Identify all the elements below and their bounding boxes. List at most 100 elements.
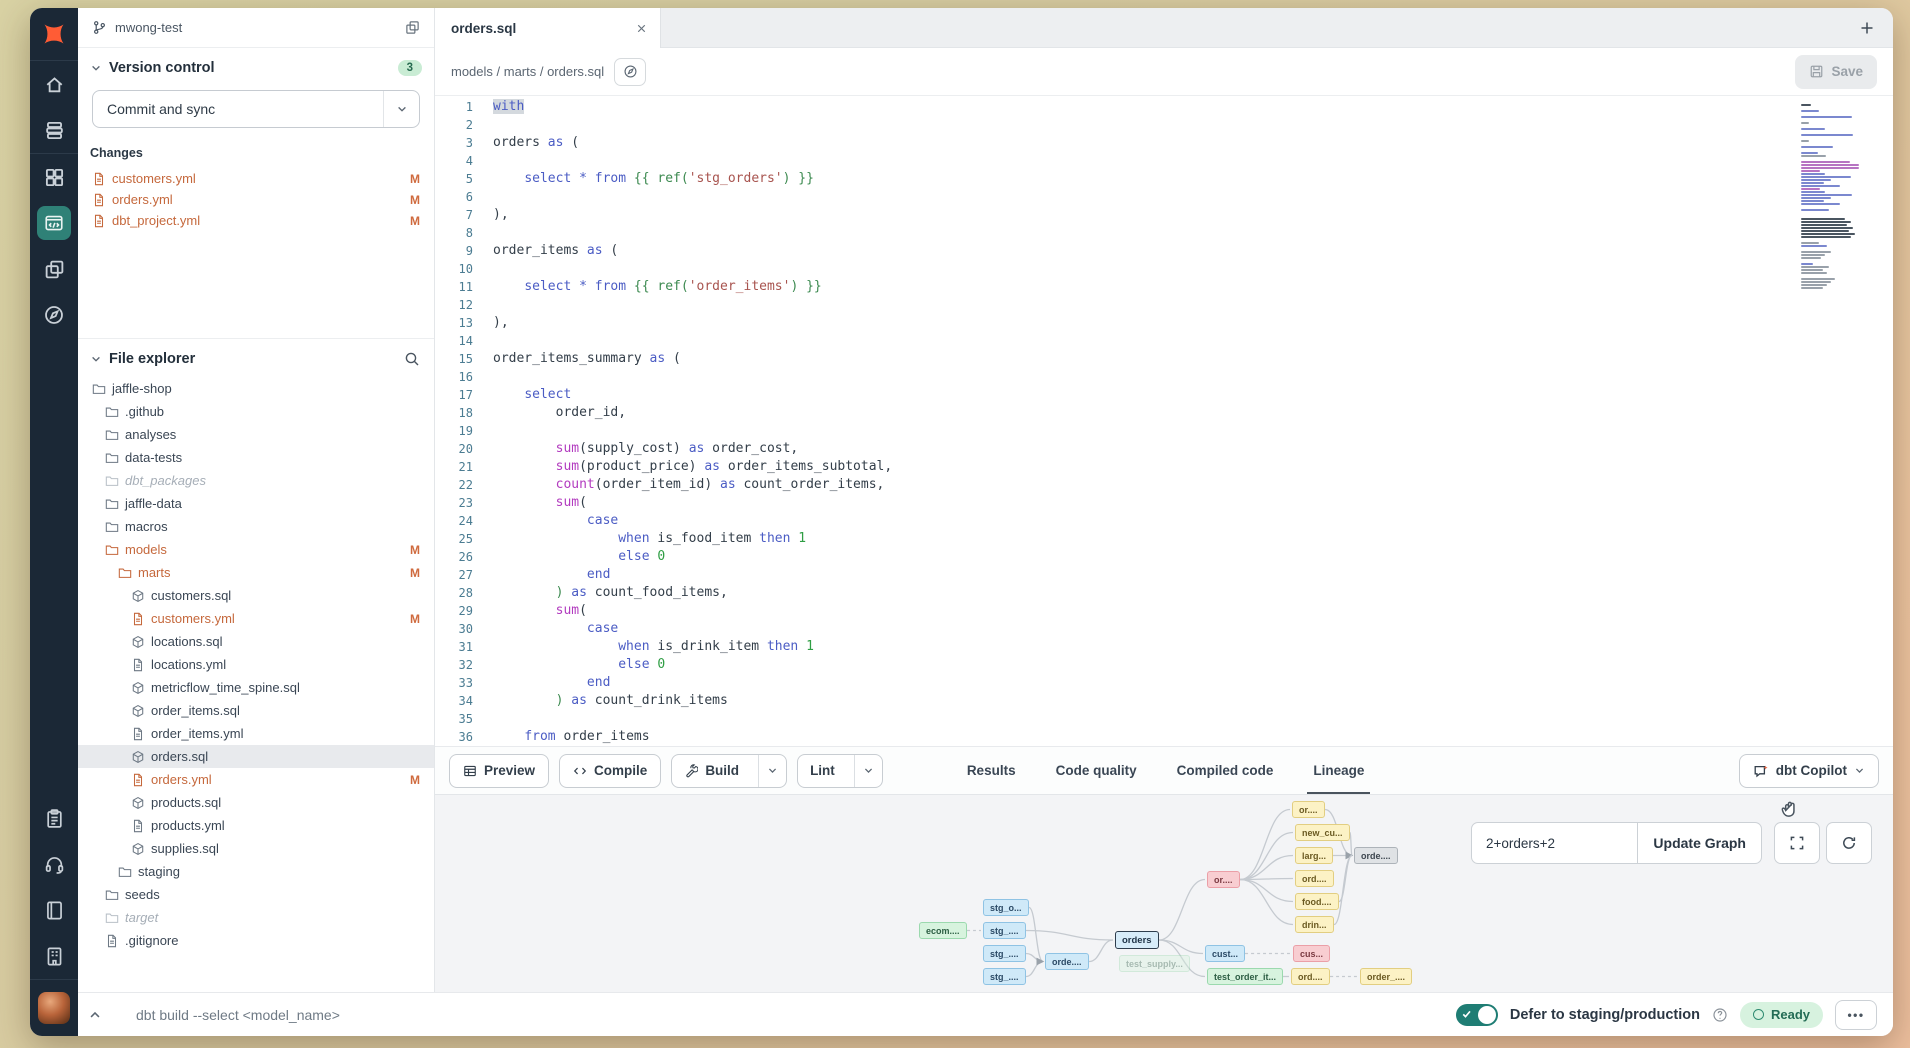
- defer-toggle[interactable]: [1456, 1004, 1498, 1026]
- tree-item-products-sql[interactable]: products.sql: [78, 791, 434, 814]
- lineage-node-yord2[interactable]: ord....: [1291, 968, 1330, 985]
- tree-item-jaffle-shop[interactable]: jaffle-shop: [78, 377, 434, 400]
- apps-grid-icon[interactable]: [30, 154, 78, 200]
- lineage-node-stg1[interactable]: stg_o...: [983, 899, 1029, 916]
- lineage-node-yord[interactable]: ord....: [1295, 870, 1334, 887]
- develop-ide-icon[interactable]: [30, 200, 78, 246]
- lineage-node-ydrin[interactable]: drin...: [1295, 916, 1334, 933]
- tree-item-supplies-sql[interactable]: supplies.sql: [78, 837, 434, 860]
- open-in-lineage-icon[interactable]: [614, 58, 646, 86]
- orchestration-compass-icon[interactable]: [30, 292, 78, 338]
- tree-item-products-yml[interactable]: products.yml: [78, 814, 434, 837]
- lint-dropdown-chevron-icon[interactable]: [854, 755, 882, 787]
- tree-item-marts[interactable]: marts M: [78, 561, 434, 584]
- tab-compiled-code[interactable]: Compiled code: [1157, 747, 1294, 795]
- tree-item--github[interactable]: .github: [78, 400, 434, 423]
- lineage-node-cust[interactable]: cust...: [1205, 945, 1245, 962]
- tree-item-seeds[interactable]: seeds: [78, 883, 434, 906]
- commit-dropdown-chevron-icon[interactable]: [383, 91, 419, 127]
- more-options-button[interactable]: •••: [1835, 1000, 1877, 1030]
- lineage-selector-input[interactable]: 2+orders+2: [1472, 823, 1637, 863]
- code-editor[interactable]: 1with23orders as (45 select * from {{ re…: [435, 96, 1893, 746]
- tab-code-quality[interactable]: Code quality: [1036, 747, 1157, 795]
- tree-item-orders-sql[interactable]: orders.sql: [78, 745, 434, 768]
- git-branch-header[interactable]: mwong-test: [78, 8, 434, 48]
- tab-lineage[interactable]: Lineage: [1293, 747, 1384, 795]
- tree-item--gitignore[interactable]: .gitignore: [78, 929, 434, 952]
- search-icon[interactable]: [404, 351, 420, 367]
- lineage-node-gorde[interactable]: orde....: [1354, 847, 1398, 864]
- tree-item-customers-sql[interactable]: customers.sql: [78, 584, 434, 607]
- lineage-node-stg3[interactable]: stg_....: [983, 945, 1026, 962]
- commit-and-sync-button[interactable]: Commit and sync: [92, 90, 420, 128]
- lineage-node-ecom[interactable]: ecom....: [919, 922, 967, 939]
- support-headset-icon[interactable]: [30, 841, 78, 887]
- tree-item-data-tests[interactable]: data-tests: [78, 446, 434, 469]
- tree-item-locations-sql[interactable]: locations.sql: [78, 630, 434, 653]
- lint-button[interactable]: Lint: [798, 755, 847, 787]
- copy-branch-icon[interactable]: [405, 20, 420, 35]
- tree-item-models[interactable]: models M: [78, 538, 434, 561]
- lineage-node-orders[interactable]: orders: [1115, 931, 1159, 949]
- compile-button[interactable]: Compile: [559, 754, 661, 788]
- user-avatar[interactable]: [30, 980, 78, 1036]
- command-input[interactable]: dbt build --select <model_name>: [136, 1007, 340, 1023]
- lineage-node-orpink[interactable]: or....: [1207, 871, 1240, 888]
- tree-item-staging[interactable]: staging: [78, 860, 434, 883]
- lineage-node-testord[interactable]: test_order_it...: [1207, 968, 1283, 985]
- change-item[interactable]: orders.yml M: [90, 189, 422, 210]
- preview-button[interactable]: Preview: [449, 754, 549, 788]
- help-question-icon[interactable]: [1712, 1007, 1728, 1023]
- tree-item-locations-yml[interactable]: locations.yml: [78, 653, 434, 676]
- change-item[interactable]: dbt_project.yml M: [90, 210, 422, 231]
- dbt-logo-icon[interactable]: [30, 8, 78, 60]
- lineage-node-yorder[interactable]: order_....: [1360, 968, 1412, 985]
- tree-item-dbt-packages[interactable]: dbt_packages: [78, 469, 434, 492]
- lineage-node-ynew[interactable]: new_cu...: [1295, 824, 1350, 841]
- tree-item-customers-yml[interactable]: customers.yml M: [78, 607, 434, 630]
- build-dropdown-chevron-icon[interactable]: [758, 755, 786, 787]
- lineage-node-orde[interactable]: orde....: [1045, 953, 1089, 970]
- code-line: 33 end: [435, 674, 1893, 692]
- chevron-down-icon[interactable]: [90, 353, 102, 365]
- minimap[interactable]: [1801, 104, 1867, 290]
- fullscreen-button[interactable]: [1774, 822, 1820, 864]
- dbt-copilot-button[interactable]: dbt Copilot: [1739, 754, 1879, 788]
- tree-item-analyses[interactable]: analyses: [78, 423, 434, 446]
- new-tab-plus-icon[interactable]: [1859, 20, 1875, 36]
- lineage-node-yor[interactable]: or....: [1292, 801, 1325, 818]
- tree-item-order-items-yml[interactable]: order_items.yml: [78, 722, 434, 745]
- status-badge[interactable]: Ready: [1740, 1002, 1823, 1028]
- folder-icon: [118, 566, 132, 580]
- home-icon[interactable]: [30, 61, 78, 107]
- organization-icon[interactable]: [30, 933, 78, 979]
- tab-orders-sql[interactable]: orders.sql: [435, 8, 661, 48]
- environments-icon[interactable]: [30, 107, 78, 153]
- tree-item-jaffle-data[interactable]: jaffle-data: [78, 492, 434, 515]
- tab-results[interactable]: Results: [947, 747, 1036, 795]
- doc-icon: [131, 612, 145, 626]
- lineage-node-yfood[interactable]: food....: [1295, 893, 1339, 910]
- tree-item-target[interactable]: target: [78, 906, 434, 929]
- build-label: Build: [705, 763, 739, 778]
- chevron-down-icon[interactable]: [90, 62, 102, 74]
- build-button[interactable]: Build: [672, 755, 751, 787]
- lineage-node-testsup[interactable]: test_supply...: [1119, 955, 1190, 972]
- clipboard-icon[interactable]: [30, 795, 78, 841]
- refresh-button[interactable]: [1826, 822, 1872, 864]
- close-tab-icon[interactable]: [635, 22, 648, 35]
- lineage-node-pcus[interactable]: cus...: [1293, 945, 1330, 962]
- save-button[interactable]: Save: [1795, 55, 1877, 89]
- lineage-node-ylarg[interactable]: larg...: [1295, 847, 1333, 864]
- lineage-node-stg4[interactable]: stg_....: [983, 968, 1026, 985]
- update-graph-button[interactable]: Update Graph: [1637, 823, 1761, 863]
- tree-item-order-items-sql[interactable]: order_items.sql: [78, 699, 434, 722]
- tree-item-macros[interactable]: macros: [78, 515, 434, 538]
- tree-item-metricflow-time-spine-sql[interactable]: metricflow_time_spine.sql: [78, 676, 434, 699]
- projects-icon[interactable]: [30, 246, 78, 292]
- docs-book-icon[interactable]: [30, 887, 78, 933]
- lineage-node-stg2[interactable]: stg_....: [983, 922, 1026, 939]
- change-item[interactable]: customers.yml M: [90, 168, 422, 189]
- tree-item-orders-yml[interactable]: orders.yml M: [78, 768, 434, 791]
- chevron-up-icon[interactable]: [88, 1008, 102, 1022]
